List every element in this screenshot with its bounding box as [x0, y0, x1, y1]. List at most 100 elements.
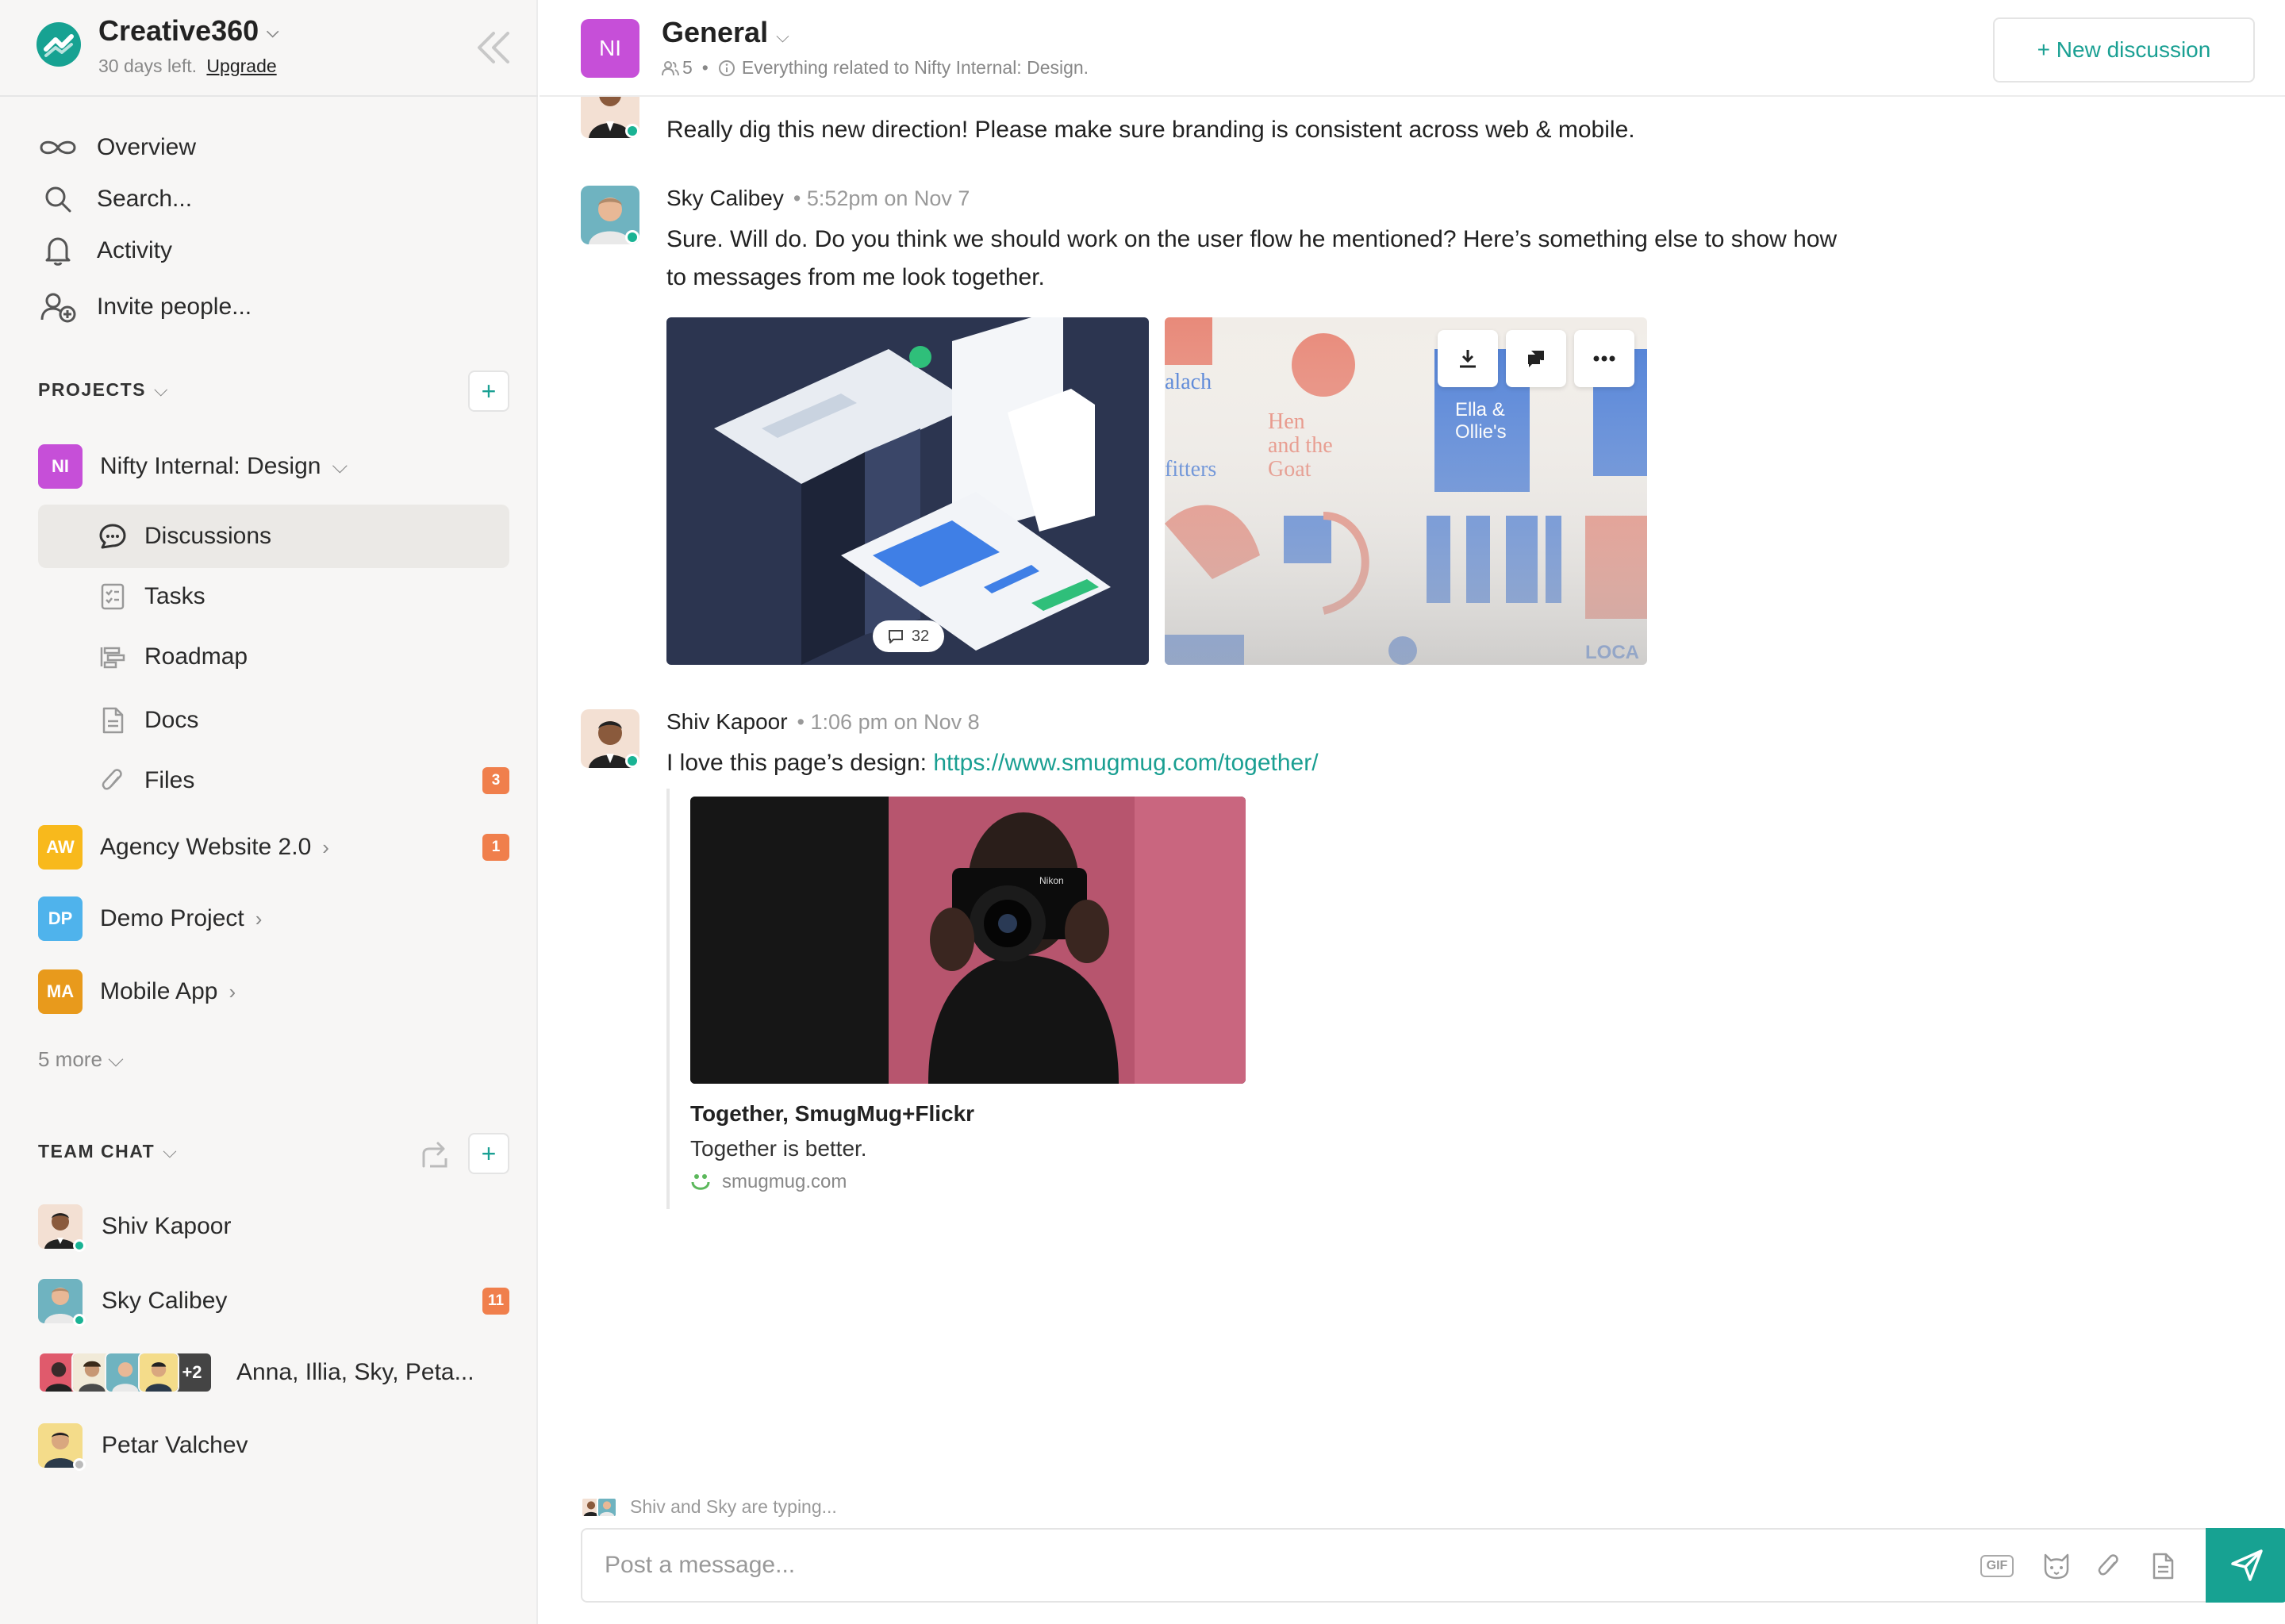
chat-sky-calibey[interactable]: Sky Calibey 11	[38, 1277, 509, 1326]
cat-emoji-icon	[2044, 1553, 2069, 1580]
chevron-right-icon: ›	[322, 835, 329, 859]
unread-count-badge: 1	[482, 834, 509, 861]
discussion-icon	[97, 520, 129, 552]
new-discussion-button[interactable]: + New discussion	[1993, 17, 2255, 83]
workspace-header: Creative360 ⌵ 30 days left. Upgrade	[0, 0, 538, 97]
unread-count-badge: 3	[482, 767, 509, 794]
project-agency-website[interactable]: AW Agency Website 2.0 › 1	[38, 825, 509, 870]
add-project-button[interactable]: +	[468, 370, 509, 412]
chevron-down-icon: ⌵	[163, 1141, 179, 1161]
link-preview[interactable]: Nikon Together, SmugMug+Flickr Together …	[666, 789, 1254, 1209]
avatar	[581, 186, 639, 244]
photographer-image: Nikon	[690, 797, 1246, 1084]
paperclip-icon	[97, 765, 129, 797]
project-demo-project[interactable]: DP Demo Project ›	[38, 896, 262, 941]
offline-status-icon	[73, 1458, 86, 1471]
team-chat-section-title[interactable]: TEAM CHAT ⌵	[38, 1141, 178, 1162]
members-icon	[662, 60, 679, 75]
attach-file-button[interactable]	[2091, 1549, 2126, 1584]
ellipsis-icon	[1593, 355, 1615, 362]
chevron-down-icon: ⌵	[108, 1047, 124, 1071]
message-author[interactable]: Sky Calibey • 5:52pm on Nov 7	[666, 186, 970, 211]
chevron-right-icon: ›	[228, 979, 236, 1004]
channel-title[interactable]: General ⌵	[662, 16, 789, 49]
document-icon	[2153, 1553, 2174, 1580]
send-button[interactable]	[2206, 1528, 2285, 1603]
message-timestamp: • 1:06 pm on Nov 8	[797, 710, 980, 734]
message-timestamp: • 5:52pm on Nov 7	[793, 186, 970, 210]
infinity-icon	[38, 132, 78, 163]
link-preview-description: Together is better.	[690, 1136, 867, 1161]
workspace-name[interactable]: Creative360 ⌵	[98, 14, 278, 48]
image-attachment-illustrations[interactable]: alach fitters Hen and the Goat Ella & Ol…	[1165, 317, 1647, 665]
subnav-docs[interactable]: Docs	[38, 689, 509, 752]
online-status-icon	[73, 1314, 86, 1326]
bell-icon	[38, 235, 78, 267]
avatar	[38, 1423, 86, 1471]
member-count[interactable]: 5	[682, 57, 693, 79]
add-chat-button[interactable]: +	[468, 1133, 509, 1174]
channel-badge: NI	[581, 19, 639, 78]
project-mobile-app[interactable]: MA Mobile App ›	[38, 969, 236, 1014]
svg-text:Nikon: Nikon	[1039, 875, 1064, 886]
projects-section-title[interactable]: PROJECTS ⌵	[38, 379, 169, 401]
tasks-icon	[97, 581, 129, 612]
collapse-sidebar-icon[interactable]	[473, 29, 514, 67]
more-projects-link[interactable]: 5 more ⌵	[38, 1047, 124, 1073]
avatar	[38, 1204, 86, 1252]
subnav-tasks[interactable]: Tasks	[38, 565, 509, 628]
subnav-roadmap[interactable]: Roadmap	[38, 625, 509, 689]
nav-invite-people[interactable]: Invite people...	[38, 287, 252, 327]
message-text: Sure. Will do. Do you think we should wo…	[666, 226, 1838, 290]
send-icon	[2231, 1549, 2263, 1581]
link-preview-domain: smugmug.com	[690, 1171, 847, 1193]
nav-overview[interactable]: Overview	[38, 128, 196, 167]
unread-count-badge: 11	[482, 1288, 509, 1315]
sidebar: Creative360 ⌵ 30 days left. Upgrade Overv…	[0, 0, 538, 1624]
chevron-down-icon: ⌵	[332, 454, 348, 478]
message-link[interactable]: https://www.smugmug.com/together/	[933, 750, 1318, 776]
online-status-icon	[625, 230, 639, 244]
app-screens-image	[666, 317, 1149, 665]
document-icon	[97, 705, 129, 736]
message-text: Really dig this new direction! Please ma…	[666, 117, 1635, 143]
avatar	[597, 1496, 617, 1518]
gif-button[interactable]: GIF	[1974, 1549, 2020, 1584]
nav-activity[interactable]: Activity	[38, 231, 172, 271]
message-input[interactable]	[605, 1545, 1906, 1585]
image-attachment-app-screens[interactable]: 32	[666, 317, 1149, 665]
channel-header: NI General ⌵ 5 • Everything related to Ni…	[540, 0, 2285, 97]
project-nifty-internal-design[interactable]: NI Nifty Internal: Design ⌵	[38, 444, 348, 489]
online-status-icon	[73, 1239, 86, 1252]
upgrade-link[interactable]: Upgrade	[206, 56, 276, 76]
download-image-button[interactable]	[1438, 330, 1498, 387]
share-chat-icon[interactable]	[419, 1139, 451, 1171]
chat-group[interactable]: +2 Anna, Illia, Sky, Peta...	[38, 1349, 474, 1396]
project-badge: NI	[38, 444, 83, 489]
chat-shiv-kapoor[interactable]: Shiv Kapoor	[38, 1203, 231, 1252]
comment-count-chip[interactable]: 32	[873, 620, 944, 652]
message-author[interactable]: Shiv Kapoor • 1:06 pm on Nov 8	[666, 709, 980, 735]
subnav-files[interactable]: Files 3	[38, 749, 509, 812]
nav-search[interactable]: Search...	[38, 179, 192, 219]
comment-image-button[interactable]	[1506, 330, 1566, 387]
channel-meta: 5 • Everything related to Nifty Internal…	[662, 57, 1089, 79]
subnav-discussions[interactable]: Discussions	[38, 505, 509, 568]
emoji-button[interactable]	[2039, 1549, 2074, 1584]
add-user-icon	[38, 291, 78, 323]
more-options-button[interactable]	[1574, 330, 1634, 387]
comment-icon	[888, 630, 903, 643]
chevron-down-icon: ⌵	[153, 379, 169, 400]
link-preview-image[interactable]: Nikon	[690, 797, 1246, 1084]
group-avatars: +2	[38, 1352, 213, 1393]
trial-status: 30 days left. Upgrade	[98, 56, 277, 76]
avatar	[138, 1352, 179, 1393]
attach-doc-button[interactable]	[2145, 1549, 2180, 1584]
channel-description: Everything related to Nifty Internal: De…	[741, 57, 1089, 78]
link-preview-title[interactable]: Together, SmugMug+Flickr	[690, 1101, 974, 1127]
smugmug-logo-icon	[691, 1174, 710, 1190]
main-panel: NI General ⌵ 5 • Everything related to Ni…	[540, 0, 2285, 1624]
chevron-down-icon: ⌵	[267, 23, 279, 41]
chat-petar-valchev[interactable]: Petar Valchev	[38, 1422, 248, 1471]
project-badge: DP	[38, 896, 83, 941]
